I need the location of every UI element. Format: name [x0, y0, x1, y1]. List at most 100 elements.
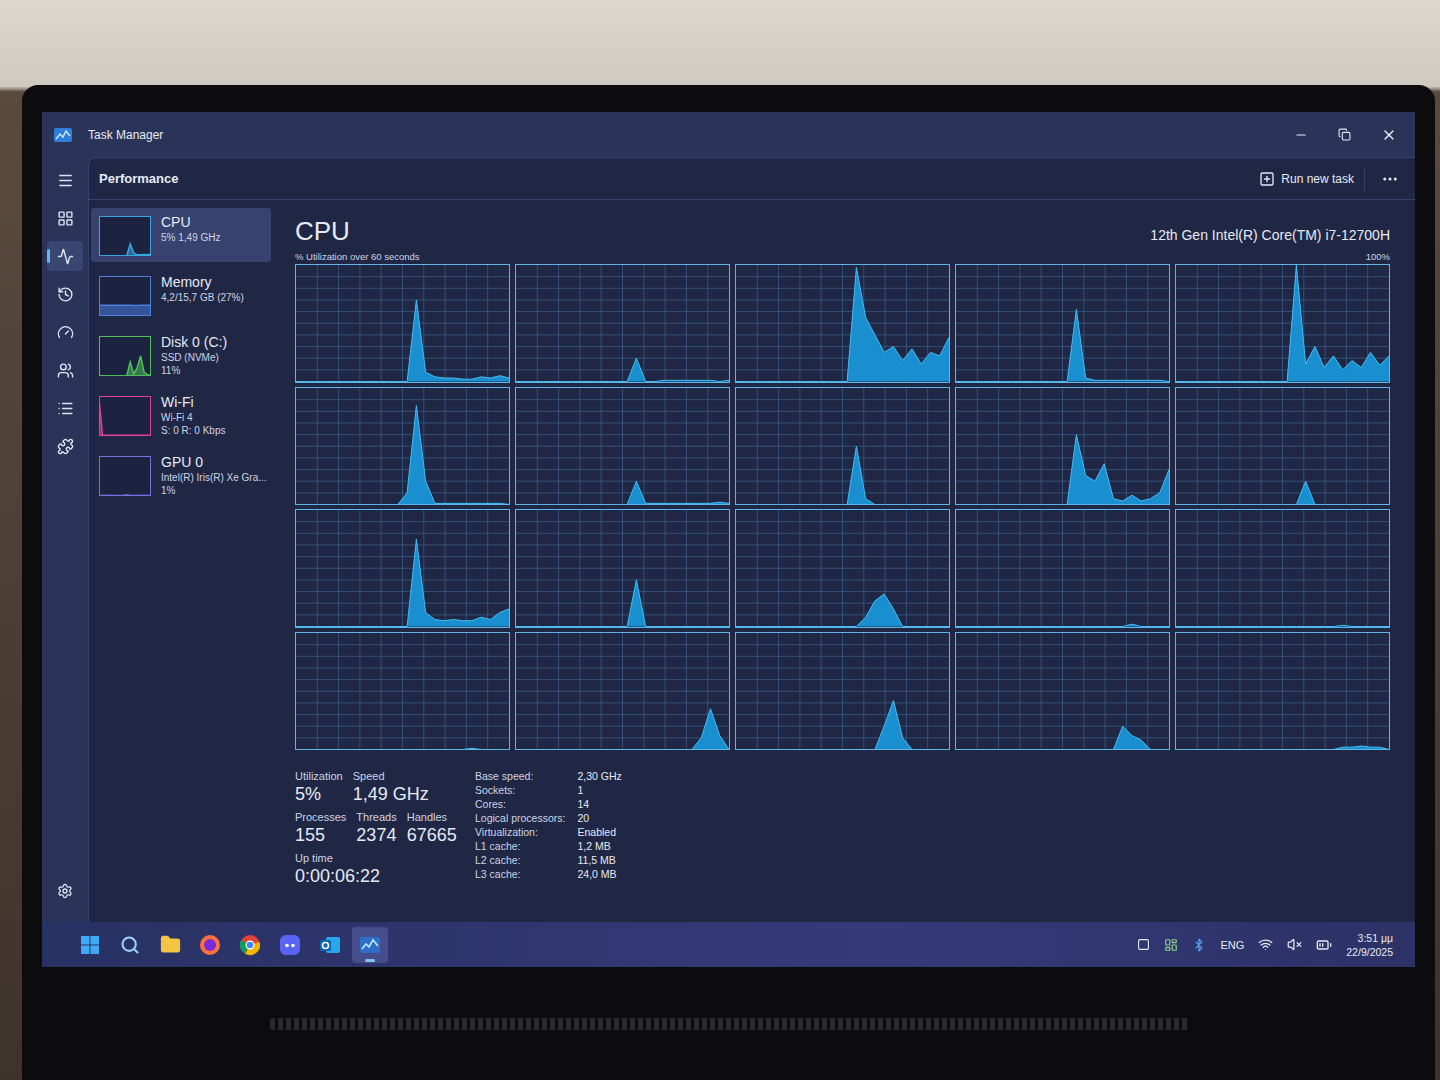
- resource-item[interactable]: Memory4,2/15,7 GB (27%): [91, 268, 271, 322]
- startup-icon: [57, 324, 74, 341]
- nav-item[interactable]: [47, 431, 83, 461]
- minimize-icon: [1294, 128, 1308, 142]
- taskbar-app[interactable]: [352, 927, 388, 963]
- thumb-graph: [99, 276, 151, 316]
- restore-button[interactable]: [1334, 124, 1355, 145]
- core-area: [1176, 481, 1389, 504]
- task-manager-icon: [359, 934, 381, 956]
- taskbar-app[interactable]: [192, 927, 228, 963]
- volume-muted-icon: [1287, 937, 1302, 952]
- core-area: [1176, 265, 1389, 382]
- core-area: [736, 700, 949, 749]
- stat: Threads2374: [356, 811, 396, 846]
- taskbar-app[interactable]: [112, 927, 148, 963]
- core-line: [296, 300, 509, 382]
- taskbar: ENG 3:51 μμ22/9/2025: [42, 922, 1415, 967]
- wifi-icon: [1258, 937, 1273, 952]
- stat: Handles67665: [407, 811, 457, 846]
- detail-label: Virtualization:: [475, 826, 565, 838]
- outlook-icon: [319, 934, 341, 956]
- core-area: [736, 446, 949, 504]
- detail-value: 11,5 MB: [577, 854, 621, 866]
- stat-label: Processes: [295, 811, 346, 823]
- core-line: [956, 726, 1169, 749]
- taskbar-app[interactable]: [272, 927, 308, 963]
- window-title: Task Manager: [88, 128, 163, 142]
- detail-value: 1,2 MB: [577, 840, 621, 852]
- resource-detail: 5% 1,49 GHz: [161, 232, 220, 243]
- laptop-chin: [42, 967, 1417, 1080]
- thumb-graph: [99, 336, 151, 376]
- settings-button[interactable]: [47, 876, 83, 906]
- stat-value: 0:00:06:22: [295, 866, 380, 887]
- menu-icon: [57, 172, 74, 189]
- nav-item[interactable]: [47, 241, 83, 271]
- resource-item[interactable]: Disk 0 (C:)SSD (NVMe)11%: [91, 328, 271, 382]
- core-graph: [955, 632, 1170, 751]
- users-icon: [57, 362, 74, 379]
- resource-detail: Wi-Fi 4: [161, 412, 225, 423]
- core-graph: [735, 264, 950, 383]
- core-area: [296, 405, 509, 504]
- clock[interactable]: 3:51 μμ22/9/2025: [1346, 932, 1393, 958]
- core-graph: [295, 264, 510, 383]
- nav-item[interactable]: [47, 279, 83, 309]
- thumb-graph: [99, 216, 151, 256]
- core-line: [956, 309, 1169, 381]
- stat-value: 1,49 GHz: [353, 784, 429, 805]
- app-history-icon: [57, 286, 74, 303]
- stat-value: 155: [295, 825, 346, 846]
- core-line: [736, 446, 949, 504]
- resource-name: CPU: [161, 214, 220, 230]
- system-tray: ENG 3:51 μμ22/9/2025: [1137, 932, 1393, 958]
- resource-detail: 4,2/15,7 GB (27%): [161, 292, 244, 303]
- core-area: [296, 539, 509, 626]
- core-line: [1176, 265, 1389, 382]
- thumb-graph: [99, 456, 151, 496]
- core-area: [296, 300, 509, 382]
- taskbar-app[interactable]: [72, 927, 108, 963]
- services-icon: [57, 438, 74, 455]
- core-line: [736, 700, 949, 749]
- run-new-task-button[interactable]: Run new task: [1255, 167, 1365, 191]
- nav-item[interactable]: [47, 203, 83, 233]
- core-line: [296, 539, 509, 626]
- minimize-button[interactable]: [1290, 124, 1312, 146]
- taskbar-app[interactable]: [152, 927, 188, 963]
- resource-detail: Intel(R) Iris(R) Xe Gra...: [161, 472, 263, 483]
- taskbar-app[interactable]: [312, 927, 348, 963]
- core-graph: [295, 387, 510, 506]
- close-icon: [1381, 127, 1397, 143]
- nav-item[interactable]: [47, 165, 83, 195]
- photo-scene: Task ManagerPerformanceRun new taskCPU5%…: [0, 0, 1440, 1080]
- laptop-bezel: Task ManagerPerformanceRun new taskCPU5%…: [22, 85, 1435, 1080]
- core-graph: [295, 632, 510, 751]
- more-button[interactable]: [1379, 168, 1401, 190]
- nav-item[interactable]: [47, 355, 83, 385]
- core-graph: [515, 632, 730, 751]
- ellipsis-icon: [1381, 170, 1399, 188]
- core-line: [1176, 481, 1389, 504]
- resource-name: Disk 0 (C:): [161, 334, 227, 350]
- stat-label: Utilization: [295, 770, 343, 782]
- taskbar-app[interactable]: [232, 927, 268, 963]
- core-line: [296, 748, 509, 749]
- core-area: [296, 748, 509, 749]
- core-graph: [1175, 387, 1390, 506]
- resource-item[interactable]: CPU 5% 1,49 GHz: [91, 208, 271, 262]
- close-button[interactable]: [1377, 123, 1401, 147]
- resource-detail: S: 0 R: 0 Kbps: [161, 425, 225, 436]
- resource-item[interactable]: GPU 0Intel(R) Iris(R) Xe Gra...1%: [91, 448, 271, 502]
- chrome-icon: [239, 934, 261, 956]
- core-area: [516, 708, 729, 749]
- nav-item[interactable]: [47, 317, 83, 347]
- language-indicator[interactable]: ENG: [1220, 939, 1244, 951]
- core-line: [516, 358, 729, 381]
- resource-name: Wi-Fi: [161, 394, 225, 410]
- resource-item[interactable]: Wi-Fi Wi-Fi 4 S: 0 R: 0 Kbps: [91, 388, 271, 442]
- detail-value: 2,30 GHz: [577, 770, 621, 782]
- core-graph: [515, 509, 730, 628]
- nav-item[interactable]: [47, 393, 83, 423]
- detail-value: 24,0 MB: [577, 868, 621, 880]
- core-line: [516, 580, 729, 627]
